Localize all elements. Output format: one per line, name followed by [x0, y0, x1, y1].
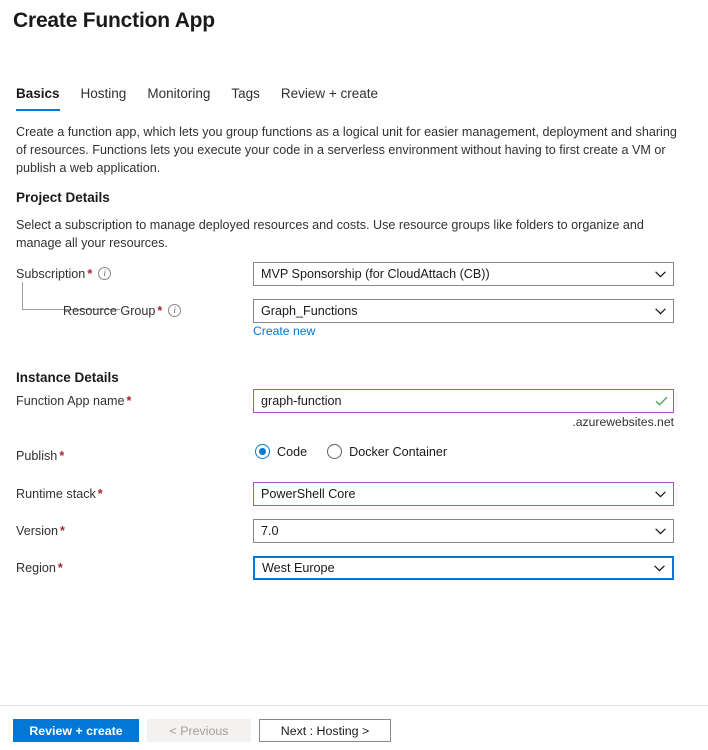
subscription-required-asterisk: *: [87, 267, 93, 281]
wizard-tabs: Basics Hosting Monitoring Tags Review + …: [16, 85, 399, 111]
function-app-name-required-asterisk: *: [126, 394, 132, 408]
info-icon[interactable]: [98, 267, 112, 280]
version-label: Version *: [16, 519, 65, 543]
publish-radio-group: Code Docker Container: [255, 444, 467, 459]
chevron-down-icon: [647, 483, 673, 505]
function-app-name-label: Function App name *: [16, 389, 131, 413]
region-dropdown[interactable]: West Europe: [253, 556, 674, 580]
instance-details-heading: Instance Details: [16, 370, 119, 385]
runtime-stack-required-asterisk: *: [97, 487, 103, 501]
subscription-value: MVP Sponsorship (for CloudAttach (CB)): [261, 267, 490, 281]
publish-option-code[interactable]: Code: [255, 444, 307, 459]
runtime-stack-label: Runtime stack *: [16, 482, 103, 506]
runtime-stack-label-text: Runtime stack: [16, 487, 96, 501]
page-title: Create Function App: [13, 9, 215, 32]
footer-actions: Review + create < Previous Next : Hostin…: [13, 719, 391, 742]
publish-option-docker-container[interactable]: Docker Container: [327, 444, 447, 459]
region-label-text: Region: [16, 561, 56, 575]
runtime-stack-value: PowerShell Core: [261, 487, 356, 501]
version-label-text: Version: [16, 524, 59, 538]
publish-label-text: Publish: [16, 449, 58, 463]
resource-group-required-asterisk: *: [157, 304, 163, 318]
version-dropdown[interactable]: 7.0: [253, 519, 674, 543]
tab-tags[interactable]: Tags: [231, 85, 281, 111]
region-required-asterisk: *: [57, 561, 63, 575]
resource-group-label-text: Resource Group: [63, 304, 156, 318]
radio-unselected-icon: [327, 444, 343, 459]
info-icon[interactable]: [168, 304, 182, 317]
resource-group-row: Resource Group* Graph_Functions: [0, 299, 708, 323]
review-create-button[interactable]: Review + create: [13, 719, 139, 742]
function-app-name-domain-suffix: .azurewebsites.net: [572, 415, 674, 429]
project-details-description: Select a subscription to manage deployed…: [16, 218, 644, 251]
chevron-down-icon: [647, 520, 673, 542]
footer-divider: [0, 705, 708, 706]
chevron-down-icon: [647, 300, 673, 322]
tab-monitoring[interactable]: Monitoring: [147, 85, 231, 111]
publish-required-asterisk: *: [59, 449, 65, 463]
intro-description: Create a function app, which lets you gr…: [16, 125, 677, 176]
publish-option-code-label: Code: [277, 444, 308, 459]
region-label: Region *: [16, 556, 63, 580]
publish-option-docker-label: Docker Container: [349, 444, 448, 459]
version-required-asterisk: *: [60, 524, 65, 538]
previous-button: < Previous: [147, 719, 251, 742]
create-new-resource-group-link[interactable]: Create new: [253, 324, 315, 338]
subscription-label-text: Subscription: [16, 267, 86, 281]
subscription-dropdown[interactable]: MVP Sponsorship (for CloudAttach (CB)): [253, 262, 674, 286]
publish-label: Publish *: [16, 444, 64, 468]
tab-basics[interactable]: Basics: [16, 85, 81, 111]
version-row: Version * 7.0: [0, 519, 708, 543]
tab-review-create[interactable]: Review + create: [281, 85, 399, 111]
runtime-stack-row: Runtime stack * PowerShell Core: [0, 482, 708, 506]
checkmark-icon: [649, 396, 673, 406]
runtime-stack-dropdown[interactable]: PowerShell Core: [253, 482, 674, 506]
tab-hosting[interactable]: Hosting: [81, 85, 148, 111]
function-app-name-value: graph-function: [261, 394, 342, 408]
project-details-heading: Project Details: [16, 190, 110, 205]
function-app-name-label-text: Function App name: [16, 394, 125, 408]
region-value: West Europe: [262, 561, 335, 575]
resource-group-label: Resource Group *: [63, 299, 182, 323]
function-app-name-input[interactable]: graph-function: [253, 389, 674, 413]
region-row: Region * West Europe: [0, 556, 708, 580]
function-app-name-row: Function App name * graph-function: [0, 389, 708, 413]
chevron-down-icon: [647, 263, 673, 285]
resource-group-value: Graph_Functions: [261, 304, 358, 318]
resource-group-dropdown[interactable]: Graph_Functions: [253, 299, 674, 323]
create-function-app-page: Create Function App Basics Hosting Monit…: [0, 0, 708, 750]
version-value: 7.0: [261, 524, 279, 538]
radio-selected-icon: [255, 444, 270, 459]
next-hosting-button[interactable]: Next : Hosting >: [259, 719, 391, 742]
chevron-down-icon: [646, 558, 672, 578]
